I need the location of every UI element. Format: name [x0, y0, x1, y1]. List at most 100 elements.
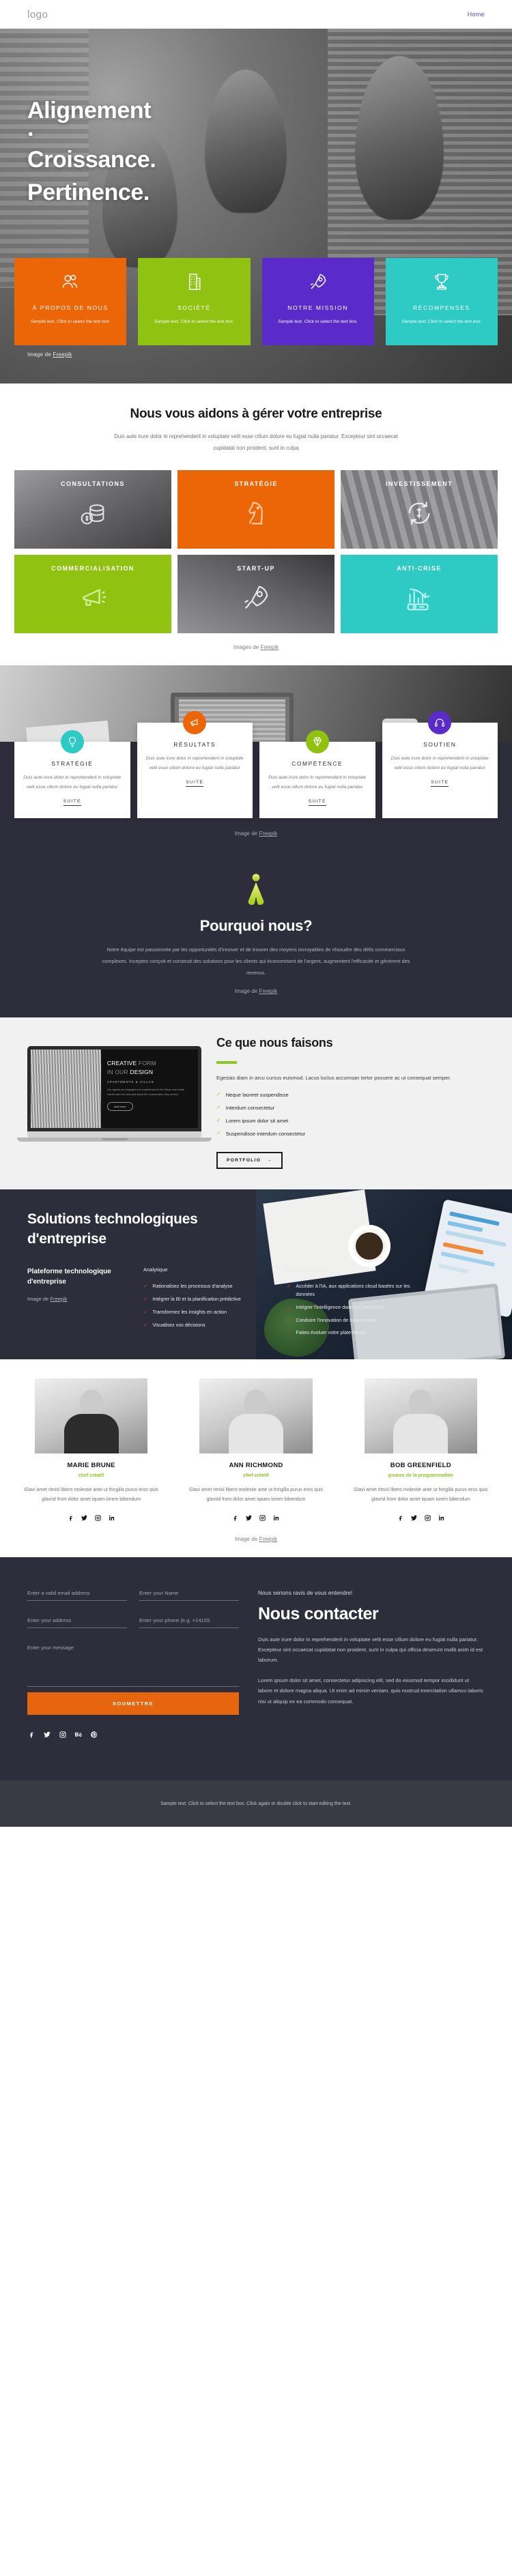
feature-more-link[interactable]: SUITE: [308, 799, 326, 807]
name-field[interactable]: [139, 1587, 239, 1601]
instagram-icon[interactable]: [424, 1513, 431, 1525]
twitter-icon[interactable]: [81, 1513, 88, 1525]
feature-more-link[interactable]: SUITE: [63, 799, 81, 807]
twitter-icon[interactable]: [43, 1730, 51, 1742]
team-member-role: gourou de la programmation: [388, 1473, 453, 1479]
check-icon: ✓: [287, 1316, 291, 1323]
nav-link-home[interactable]: Home: [468, 11, 485, 18]
hero-card-awards[interactable]: RÉCOMPENSES Sample text. Click to select…: [385, 258, 498, 345]
facebook-icon[interactable]: [231, 1513, 239, 1525]
team-image-credit: Image de Freepik: [0, 1531, 512, 1557]
why-us-paragraph: Notre équipe est passionnée par les oppo…: [102, 946, 410, 976]
check-icon: ✓: [143, 1295, 148, 1302]
linkedin-icon[interactable]: [272, 1513, 280, 1525]
portfolio-button[interactable]: PORTFOLIO →: [216, 1152, 283, 1170]
hero-card-text: Sample text. Click to select the text bo…: [278, 319, 358, 325]
service-card-startup[interactable]: START-UP: [177, 555, 335, 634]
email-field[interactable]: [27, 1587, 127, 1601]
contact-section: SOUMETTRE Nous serions ravis de vous ent…: [0, 1557, 512, 1780]
feature-more-link[interactable]: SUITE: [431, 780, 449, 787]
service-card-anticrisis[interactable]: ANTI-CRISE: [341, 555, 498, 634]
feature-card-results[interactable]: RÉSULTATS Duis aute irure dolor in repre…: [137, 711, 253, 819]
diamond-icon: [305, 730, 329, 754]
coins-icon: [77, 497, 109, 532]
team-member-1: MARIE BRUNE chef créatif Glavi amet ritn…: [14, 1378, 168, 1524]
arrow-right-icon: →: [267, 1158, 273, 1163]
instagram-icon[interactable]: [259, 1513, 266, 1525]
contact-copy: Nous serions ravis de vous entendre! Nou…: [258, 1587, 485, 1742]
credit-prefix: Image de: [234, 1535, 259, 1542]
instagram-icon[interactable]: [59, 1730, 67, 1742]
mockup-subtitle: APARTMENTS & VILLAS: [106, 1080, 154, 1084]
behance-icon[interactable]: [74, 1730, 83, 1742]
tech-heading: Solutions technologiques d'entreprise: [27, 1210, 485, 1249]
contact-paragraph-1: Duis aute irure dolor in reprehenderit i…: [258, 1636, 483, 1663]
freepik-link[interactable]: Freepik: [260, 644, 279, 650]
service-card-marketing[interactable]: COMMERCIALISATION: [14, 555, 171, 634]
hero-title-line-2: Croissance.: [27, 147, 156, 173]
service-card-investment[interactable]: INVESTISSEMENT: [341, 470, 498, 549]
list-item: ✓ Suspendisse interdum consectetur: [216, 1130, 485, 1138]
list-item-label: Rationalisez les processus d'analyse: [152, 1282, 233, 1289]
check-icon: ✓: [216, 1091, 221, 1098]
facebook-icon[interactable]: [397, 1513, 404, 1525]
freepik-link[interactable]: Freepik: [50, 1296, 67, 1302]
team-member-name: ANN RICHMOND: [229, 1462, 283, 1470]
services-grid: CONSULTATIONS STRATÉGIE INVESTISSEMENT C…: [14, 470, 498, 634]
hero-title-line-3: Pertinence.: [27, 179, 150, 206]
check-icon: ✓: [287, 1329, 291, 1336]
hero-title-line-1: Alignement: [27, 98, 152, 124]
phone-field[interactable]: [139, 1614, 239, 1628]
linkedin-icon[interactable]: [108, 1513, 115, 1525]
twitter-icon[interactable]: [410, 1513, 418, 1525]
currency-exchange-icon: [403, 497, 435, 532]
feature-card-support[interactable]: SOUTIEN Duis aute irure dolor in reprehe…: [382, 711, 498, 819]
service-card-strategy[interactable]: STRATÉGIE: [177, 470, 335, 549]
team-member-bio: Glavi amet ritnisl libero molestie ante …: [354, 1488, 488, 1502]
hero-section: Alignement · Croissance. Pertinence. À P…: [0, 29, 512, 383]
footer-text: Sample text. Click to select the text bo…: [160, 1801, 352, 1806]
list-item: ✓ Rationalisez les processus d'analyse: [143, 1282, 273, 1290]
what-we-do-lede: Egestas diam in arcu cursus euismod. Lac…: [216, 1074, 451, 1081]
linkedin-icon[interactable]: [438, 1513, 445, 1525]
service-card-consultations[interactable]: CONSULTATIONS: [14, 470, 171, 549]
freepik-link[interactable]: Freepik: [259, 1536, 277, 1542]
freepik-link[interactable]: Freepik: [53, 351, 72, 358]
list-item: ✓ Lorem ipsum dolor sit amet: [216, 1117, 485, 1125]
freepik-link[interactable]: Freepik: [259, 830, 277, 837]
pinterest-icon[interactable]: [90, 1730, 98, 1742]
footer: Sample text. Click to select the text bo…: [0, 1780, 512, 1827]
freepik-link[interactable]: Freepik: [259, 988, 277, 994]
what-we-do-section: CREATIVE FORM IN OUR DESIGN APARTMENTS &…: [0, 1017, 512, 1190]
site-logo[interactable]: logo: [27, 9, 48, 20]
check-icon: ✓: [216, 1130, 221, 1137]
feature-title: RÉSULTATS: [173, 741, 216, 749]
bulb-icon: [60, 730, 84, 754]
instagram-icon[interactable]: [94, 1513, 102, 1525]
address-field[interactable]: [27, 1614, 127, 1628]
mockup-read-more-button[interactable]: read more: [106, 1102, 133, 1112]
users-icon: [21, 269, 119, 295]
twitter-icon[interactable]: [245, 1513, 253, 1525]
hero-card-company[interactable]: SOCIÉTÉ Sample text. Click to select the…: [138, 258, 251, 345]
credit-prefix: Image de: [234, 830, 259, 837]
feature-title: STRATÉGIE: [51, 760, 94, 768]
nav-links: Home: [468, 11, 485, 18]
feature-card-competence[interactable]: COMPÉTENCE Duis aute irure dolor in repr…: [259, 730, 375, 819]
hero-card-about[interactable]: À PROPOS DE NOUS Sample text. Click to s…: [14, 258, 127, 345]
message-field[interactable]: [27, 1641, 239, 1687]
facebook-icon[interactable]: [27, 1730, 35, 1742]
feature-card-strategy[interactable]: STRATÉGIE Duis aute irure dolor in repre…: [14, 730, 130, 819]
what-we-do-heading: Ce que nous faisons: [216, 1036, 333, 1050]
hero-card-title: À PROPOS DE NOUS: [32, 304, 109, 311]
team-member-role: chef créatif: [78, 1473, 104, 1479]
facebook-icon[interactable]: [67, 1513, 74, 1525]
brand-mark-icon: [243, 873, 269, 906]
feature-more-link[interactable]: SUITE: [186, 780, 204, 787]
list-item-label: Intégrer l'intelligence dans les process…: [296, 1303, 384, 1310]
contact-kicker: Nous serions ravis de vous entendre!: [258, 1589, 353, 1596]
submit-button[interactable]: SOUMETTRE: [27, 1692, 239, 1715]
list-item-label: Lorem ipsum dolor sit amet: [225, 1118, 289, 1125]
credit-prefix: Image de: [234, 988, 259, 995]
hero-card-mission[interactable]: NOTRE MISSION Sample text. Click to sele…: [261, 258, 374, 345]
